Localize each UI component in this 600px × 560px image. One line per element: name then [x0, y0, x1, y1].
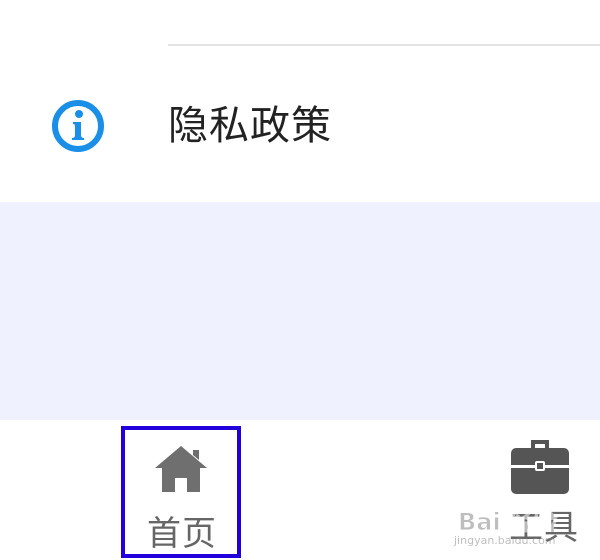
privacy-policy-item[interactable]: 隐私政策: [0, 46, 600, 202]
home-icon: [155, 446, 207, 492]
watermark-url: jingyan.baidu.com: [454, 534, 556, 547]
baidu-jingyan-watermark: Bai 经验 jingyan.baidu.com: [448, 498, 600, 558]
tab-home-label: 首页: [147, 514, 217, 554]
content-background: [0, 202, 600, 420]
privacy-policy-label: 隐私政策: [168, 103, 332, 149]
info-circle-icon: [52, 100, 104, 152]
screen: 隐私政策 首页 工具 Bai 经验 jingyan.baidu.com: [0, 0, 600, 560]
tab-home[interactable]: 首页: [121, 426, 241, 558]
watermark-logo: Bai 经验: [457, 508, 558, 537]
toolbox-icon: [511, 440, 569, 494]
